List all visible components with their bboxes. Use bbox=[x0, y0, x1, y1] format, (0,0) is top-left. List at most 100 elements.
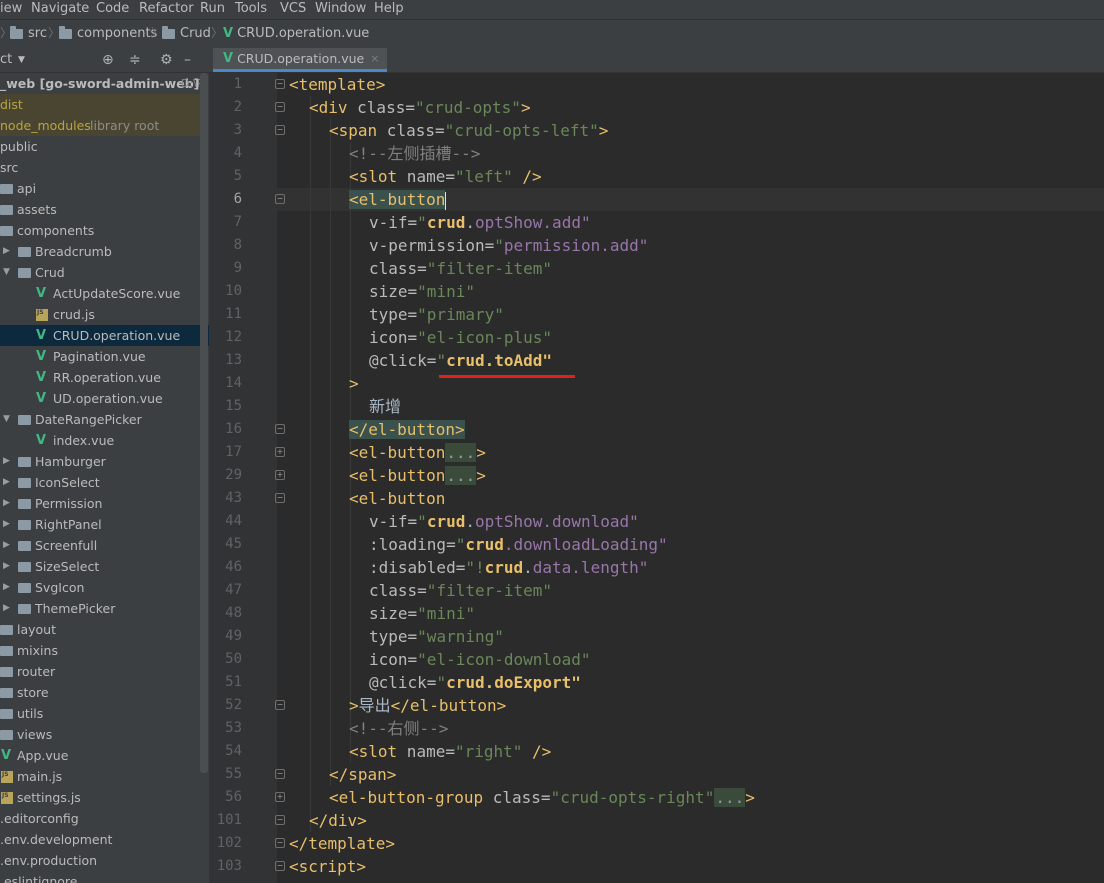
chevron-right-icon[interactable]: ▶ bbox=[3, 577, 10, 598]
menu-refactor[interactable]: Refactor bbox=[139, 0, 194, 17]
fold-collapse-icon[interactable]: − bbox=[275, 493, 285, 503]
tree-item-eslintignore[interactable]: .eslintignore bbox=[0, 871, 200, 883]
menu-code[interactable]: Code bbox=[96, 0, 129, 17]
breadcrumb-components[interactable]: components bbox=[59, 20, 157, 47]
tree-item-crud-operation[interactable]: V CRUD.operation.vue bbox=[0, 325, 209, 346]
chevron-right-icon[interactable]: ▶ bbox=[3, 535, 10, 556]
fold-collapse-icon[interactable]: − bbox=[275, 194, 285, 204]
tree-item-public[interactable]: public bbox=[0, 136, 200, 157]
tree-item-iconselect[interactable]: ▶ IconSelect bbox=[0, 472, 200, 493]
chevron-down-icon[interactable]: ▼ bbox=[3, 262, 10, 283]
tree-item-root[interactable]: _web [go-sword-admin-web] D:\Pr bbox=[0, 73, 209, 94]
tree-item-dist[interactable]: dist bbox=[0, 94, 200, 115]
code-token: crud bbox=[465, 535, 504, 554]
folded-region[interactable]: ... bbox=[445, 443, 477, 462]
fold-collapse-icon[interactable]: − bbox=[275, 861, 285, 871]
folder-icon bbox=[0, 667, 13, 677]
collapse-all-icon[interactable]: ≑ bbox=[129, 48, 141, 72]
code-token: </span> bbox=[329, 765, 397, 784]
chevron-right-icon[interactable]: ▶ bbox=[3, 451, 10, 472]
tree-item-api[interactable]: api bbox=[0, 178, 200, 199]
tree-item-daterangepicker[interactable]: ▼ DateRangePicker bbox=[0, 409, 200, 430]
code-line: >导出</el-button> bbox=[349, 694, 506, 717]
tree-item-env-development[interactable]: .env.development bbox=[0, 829, 200, 850]
menu-run[interactable]: Run bbox=[200, 0, 225, 17]
tree-item-env-production[interactable]: .env.production bbox=[0, 850, 200, 871]
fold-expand-icon[interactable]: + bbox=[275, 447, 285, 457]
menu-tools[interactable]: Tools bbox=[235, 0, 267, 17]
folded-region[interactable]: ... bbox=[714, 788, 746, 807]
fold-end-icon[interactable]: − bbox=[275, 815, 285, 825]
fold-collapse-icon[interactable]: − bbox=[275, 79, 285, 89]
menu-view[interactable]: iew bbox=[0, 0, 22, 17]
tree-item-assets[interactable]: assets bbox=[0, 199, 200, 220]
locate-target-icon[interactable]: ⊕ bbox=[102, 48, 114, 72]
tree-item-permission[interactable]: ▶ Permission bbox=[0, 493, 200, 514]
gear-icon[interactable]: ⚙ bbox=[160, 48, 173, 72]
code-line: <el-button...> bbox=[349, 441, 486, 464]
minimize-icon[interactable]: – bbox=[184, 48, 191, 72]
tree-item-mixins[interactable]: mixins bbox=[0, 640, 200, 661]
folded-region[interactable]: ... bbox=[445, 466, 477, 485]
tree-item-pagination[interactable]: V Pagination.vue bbox=[0, 346, 200, 367]
chevron-right-icon[interactable]: ▶ bbox=[3, 472, 10, 493]
tree-item-router[interactable]: router bbox=[0, 661, 200, 682]
fold-end-icon[interactable]: − bbox=[275, 769, 285, 779]
tree-item-crud[interactable]: ▼ Crud bbox=[0, 262, 200, 283]
menu-window[interactable]: Window bbox=[315, 0, 366, 17]
tree-item-index-vue[interactable]: V index.vue bbox=[0, 430, 200, 451]
tree-item-src[interactable]: src bbox=[0, 157, 200, 178]
tree-item-settings-js[interactable]: JS settings.js bbox=[0, 787, 200, 808]
menu-navigate[interactable]: Navigate bbox=[31, 0, 89, 17]
chevron-right-icon[interactable]: ▶ bbox=[3, 514, 10, 535]
chevron-right-icon[interactable]: ▶ bbox=[3, 598, 10, 619]
fold-end-icon[interactable]: − bbox=[275, 700, 285, 710]
tree-item-sizeselect[interactable]: ▶ SizeSelect bbox=[0, 556, 200, 577]
tree-item-rightpanel[interactable]: ▶ RightPanel bbox=[0, 514, 200, 535]
tree-item-themepicker[interactable]: ▶ ThemePicker bbox=[0, 598, 200, 619]
tree-item-store[interactable]: store bbox=[0, 682, 200, 703]
tree-item-actupdatescore[interactable]: V ActUpdateScore.vue bbox=[0, 283, 200, 304]
code-token: "left" bbox=[454, 167, 513, 186]
fold-expand-icon[interactable]: + bbox=[275, 792, 285, 802]
tree-item-screenfull[interactable]: ▶ Screenfull bbox=[0, 535, 200, 556]
tree-item-hamburger[interactable]: ▶ Hamburger bbox=[0, 451, 200, 472]
close-icon[interactable]: × bbox=[370, 47, 379, 70]
code-editor[interactable]: 1 2 3 4 5 6 7 8 9 10 11 12 13 14 15 16 1… bbox=[209, 73, 1104, 883]
chevron-right-icon[interactable]: ▶ bbox=[3, 241, 10, 262]
fold-collapse-icon[interactable]: − bbox=[275, 102, 285, 112]
breadcrumb-src[interactable]: src bbox=[10, 20, 47, 47]
project-scrollbar[interactable] bbox=[200, 73, 208, 773]
tree-item-crud-js[interactable]: JS crud.js bbox=[0, 304, 200, 325]
fold-end-icon[interactable]: − bbox=[275, 838, 285, 848]
tree-item-node-modules[interactable]: node_modules library root bbox=[0, 115, 200, 136]
tree-item-label: App.vue bbox=[17, 748, 69, 763]
code-line: icon="el-icon-download" bbox=[369, 648, 591, 671]
chevron-right-icon[interactable]: ▶ bbox=[3, 556, 10, 577]
fold-end-icon[interactable]: − bbox=[275, 424, 285, 434]
fold-collapse-icon[interactable]: − bbox=[275, 125, 285, 135]
chevron-right-icon[interactable]: ▶ bbox=[3, 493, 10, 514]
tree-item-layout[interactable]: layout bbox=[0, 619, 200, 640]
tree-item-views[interactable]: views bbox=[0, 724, 200, 745]
tree-item-utils[interactable]: utils bbox=[0, 703, 200, 724]
fold-expand-icon[interactable]: + bbox=[275, 470, 285, 480]
project-view-label[interactable]: ct bbox=[0, 48, 12, 72]
chevron-down-icon[interactable]: ▼ bbox=[3, 409, 10, 430]
tree-item-editorconfig[interactable]: .editorconfig bbox=[0, 808, 200, 829]
tree-item-breadcrumb[interactable]: ▶ Breadcrumb bbox=[0, 241, 200, 262]
tree-item-rr-operation[interactable]: V RR.operation.vue bbox=[0, 367, 200, 388]
menu-help[interactable]: Help bbox=[374, 0, 404, 17]
menu-vcs[interactable]: VCS bbox=[280, 0, 306, 17]
folder-icon bbox=[18, 499, 31, 509]
chevron-down-icon[interactable]: ▼ bbox=[18, 48, 25, 72]
tree-item-ud-operation[interactable]: V UD.operation.vue bbox=[0, 388, 200, 409]
breadcrumb-crud[interactable]: Crud bbox=[162, 20, 211, 47]
tree-item-components[interactable]: components bbox=[0, 220, 200, 241]
tree-item-svgicon[interactable]: ▶ SvgIcon bbox=[0, 577, 200, 598]
breadcrumb-file[interactable]: V CRUD.operation.vue bbox=[223, 20, 369, 47]
code-line: icon="el-icon-plus" bbox=[369, 326, 552, 349]
tree-item-main-js[interactable]: JS main.js bbox=[0, 766, 200, 787]
tab-crud-operation[interactable]: V CRUD.operation.vue × bbox=[213, 47, 388, 72]
tree-item-app-vue[interactable]: V App.vue bbox=[0, 745, 200, 766]
